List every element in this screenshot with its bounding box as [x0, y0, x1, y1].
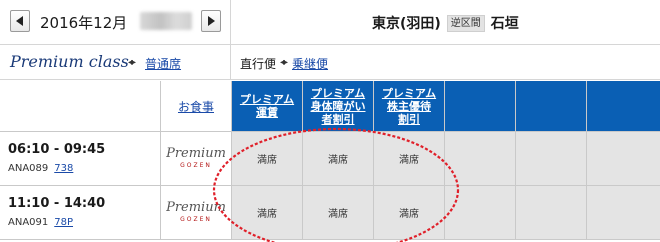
flight-number-text: ANA091: [8, 217, 49, 228]
date-label: 2016年12月: [40, 14, 128, 32]
fare-cell: 満席: [232, 186, 303, 240]
reverse-route-button[interactable]: 逆区間: [446, 14, 485, 32]
fare-cell: 満席: [303, 186, 374, 240]
direct-flight-label: 直行便: [240, 57, 277, 71]
route: 東京(羽田) 逆区間 石垣: [372, 13, 519, 33]
next-month-button[interactable]: [201, 10, 221, 32]
date-day-redacted: [140, 12, 192, 30]
fare-header-line: 株主優待: [386, 99, 431, 113]
flight-info: 11:10 - 14:40 ANA091 78P: [0, 186, 161, 240]
fare-header-shareholder[interactable]: プレミアム 株主優待 割引: [374, 81, 445, 132]
fare-cell: 満席: [374, 186, 445, 240]
aircraft-link[interactable]: 738: [54, 163, 73, 174]
gozen-main: Premium: [166, 146, 226, 161]
fare-cell-empty: [445, 132, 516, 186]
flight-number: ANA091 78P: [8, 217, 73, 228]
chevron-left-icon: [16, 16, 23, 26]
prev-month-button[interactable]: [10, 10, 30, 32]
fare-header-line: プレミアム: [310, 86, 366, 100]
fare-header-line: 身体障がい: [310, 99, 366, 113]
fare-header-empty: [445, 81, 516, 132]
fare-cell-empty: [587, 186, 660, 240]
fare-header-empty: [587, 81, 660, 132]
swap-icon: ◂▸: [128, 57, 136, 68]
fare-header-line: 者割引: [321, 112, 355, 126]
premium-gozen-logo: Premium GOZEN: [161, 186, 232, 240]
flight-fare-table: お食事 プレミアム 運賃 プレミアム 身体障がい 者割引 プレミアム 株主優待 割引 06…: [0, 81, 660, 242]
premium-class-label: Premium class: [10, 52, 129, 71]
date-route-bar: 2016年12月 東京(羽田) 逆区間 石垣: [0, 0, 660, 45]
flight-time: 06:10 - 09:45: [8, 142, 106, 157]
fare-cell: 満席: [232, 132, 303, 186]
fare-cell-empty: [587, 132, 660, 186]
fare-header-empty: [516, 81, 587, 132]
fare-cell-empty: [445, 186, 516, 240]
fare-header-line: 割引: [397, 112, 420, 126]
table-header-blank: [0, 81, 161, 132]
flight-info: 06:10 - 09:45 ANA089 738: [0, 132, 161, 186]
fare-header-line: プレミアム: [239, 93, 295, 106]
swap-icon: ◂▸: [280, 57, 288, 68]
flight-time: 11:10 - 14:40: [8, 196, 106, 211]
route-destination: 石垣: [490, 16, 519, 32]
normal-seat-link[interactable]: 普通席: [145, 55, 181, 72]
chevron-right-icon: [208, 16, 215, 26]
fare-header-premium[interactable]: プレミアム 運賃: [232, 81, 303, 132]
fare-cell: 満席: [303, 132, 374, 186]
fare-cell: 満席: [374, 132, 445, 186]
gozen-sub: GOZEN: [180, 216, 212, 223]
gozen-main: Premium: [166, 200, 226, 215]
divider: [230, 45, 231, 80]
fare-cell-empty: [516, 186, 587, 240]
flight-number-text: ANA089: [8, 163, 49, 174]
connecting-flight-link[interactable]: 乗継便: [292, 55, 328, 72]
fare-cell-empty: [516, 132, 587, 186]
fare-header-line: 運賃: [255, 106, 278, 119]
divider: [230, 0, 231, 45]
fare-header-disability[interactable]: プレミアム 身体障がい 者割引: [303, 81, 374, 132]
class-filter-bar: Premium class ◂▸ 普通席 直行便 ◂▸ 乗継便: [0, 45, 660, 80]
aircraft-link[interactable]: 78P: [54, 217, 73, 228]
flight-number: ANA089 738: [8, 163, 73, 174]
meal-header-link[interactable]: お食事: [161, 81, 232, 132]
fare-header-line: プレミアム: [381, 86, 437, 100]
route-origin: 東京(羽田): [372, 16, 441, 32]
premium-gozen-logo: Premium GOZEN: [161, 132, 232, 186]
gozen-sub: GOZEN: [180, 162, 212, 169]
